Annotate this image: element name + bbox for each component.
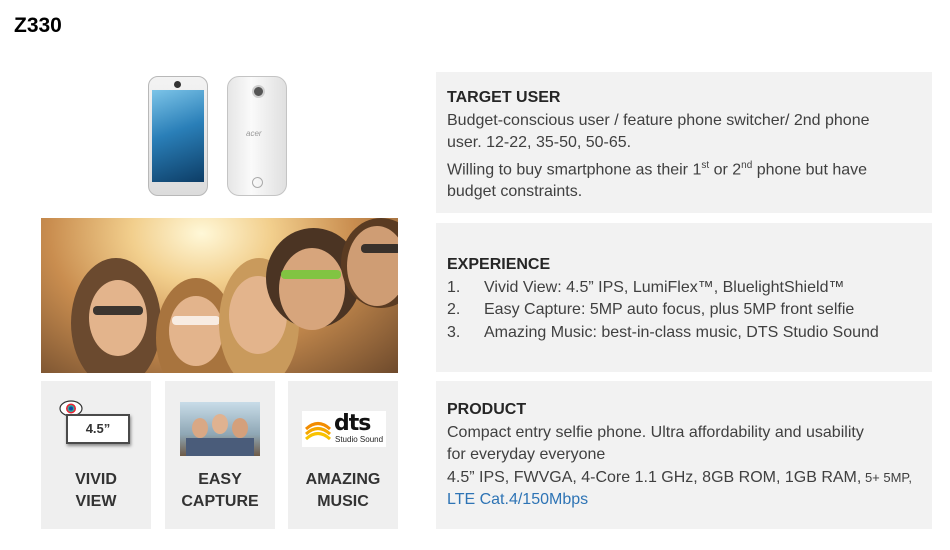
dts-logo: dts Studio Sound xyxy=(302,411,386,447)
lte-spec-link[interactable]: LTE Cat.4/150Mbps xyxy=(447,489,912,512)
product-heading: PRODUCT xyxy=(447,401,527,418)
list-item: 1. Vivid View: 4.5” IPS, LumiFlex™, Bluel… xyxy=(447,278,845,296)
tile-vivid-view: 4.5” VIVID VIEW xyxy=(41,381,151,529)
target-user-text: Budget-conscious user / feature phone sw… xyxy=(447,111,870,201)
selfie-group-photo xyxy=(41,218,398,373)
list-item: 3. Amazing Music: best-in-class music, DT… xyxy=(447,323,879,341)
list-item: 2. Easy Capture: 5MP auto focus, plus 5MP… xyxy=(447,301,855,318)
tile-label-easy-capture: EASY CAPTURE xyxy=(181,471,259,510)
tile-label-amazing-music: AMAZING MUSIC xyxy=(305,471,381,510)
phone-product-image: acer xyxy=(145,73,295,198)
phone-back-view: acer xyxy=(227,76,287,196)
experience-panel: EXPERIENCE 1. Vivid View: 4.5” IPS, LumiF… xyxy=(436,223,932,372)
tile-easy-capture: EASY CAPTURE xyxy=(165,381,275,529)
phone-front-view xyxy=(148,76,208,196)
experience-list: 1. Vivid View: 4.5” IPS, LumiFlex™, Bluel… xyxy=(447,277,879,345)
target-user-panel: TARGET USER Budget-conscious user / feat… xyxy=(436,72,932,213)
selfie-capture-image xyxy=(180,402,260,456)
phone-brand-logo: acer xyxy=(246,129,262,138)
experience-heading: EXPERIENCE xyxy=(447,256,551,273)
dts-waves-icon xyxy=(304,422,332,441)
tile-amazing-music: dts Studio Sound AMAZING MUSIC xyxy=(288,381,398,529)
tile-label-vivid-view: VIVID VIEW xyxy=(75,471,117,510)
page-title: Z330 xyxy=(14,14,62,37)
target-user-heading: TARGET USER xyxy=(447,89,561,106)
screen-size-badge: 4.5” xyxy=(66,414,130,444)
product-text: Compact entry selfie phone. Ultra afford… xyxy=(447,422,912,512)
product-panel: PRODUCT Compact entry selfie phone. Ultr… xyxy=(436,381,932,529)
